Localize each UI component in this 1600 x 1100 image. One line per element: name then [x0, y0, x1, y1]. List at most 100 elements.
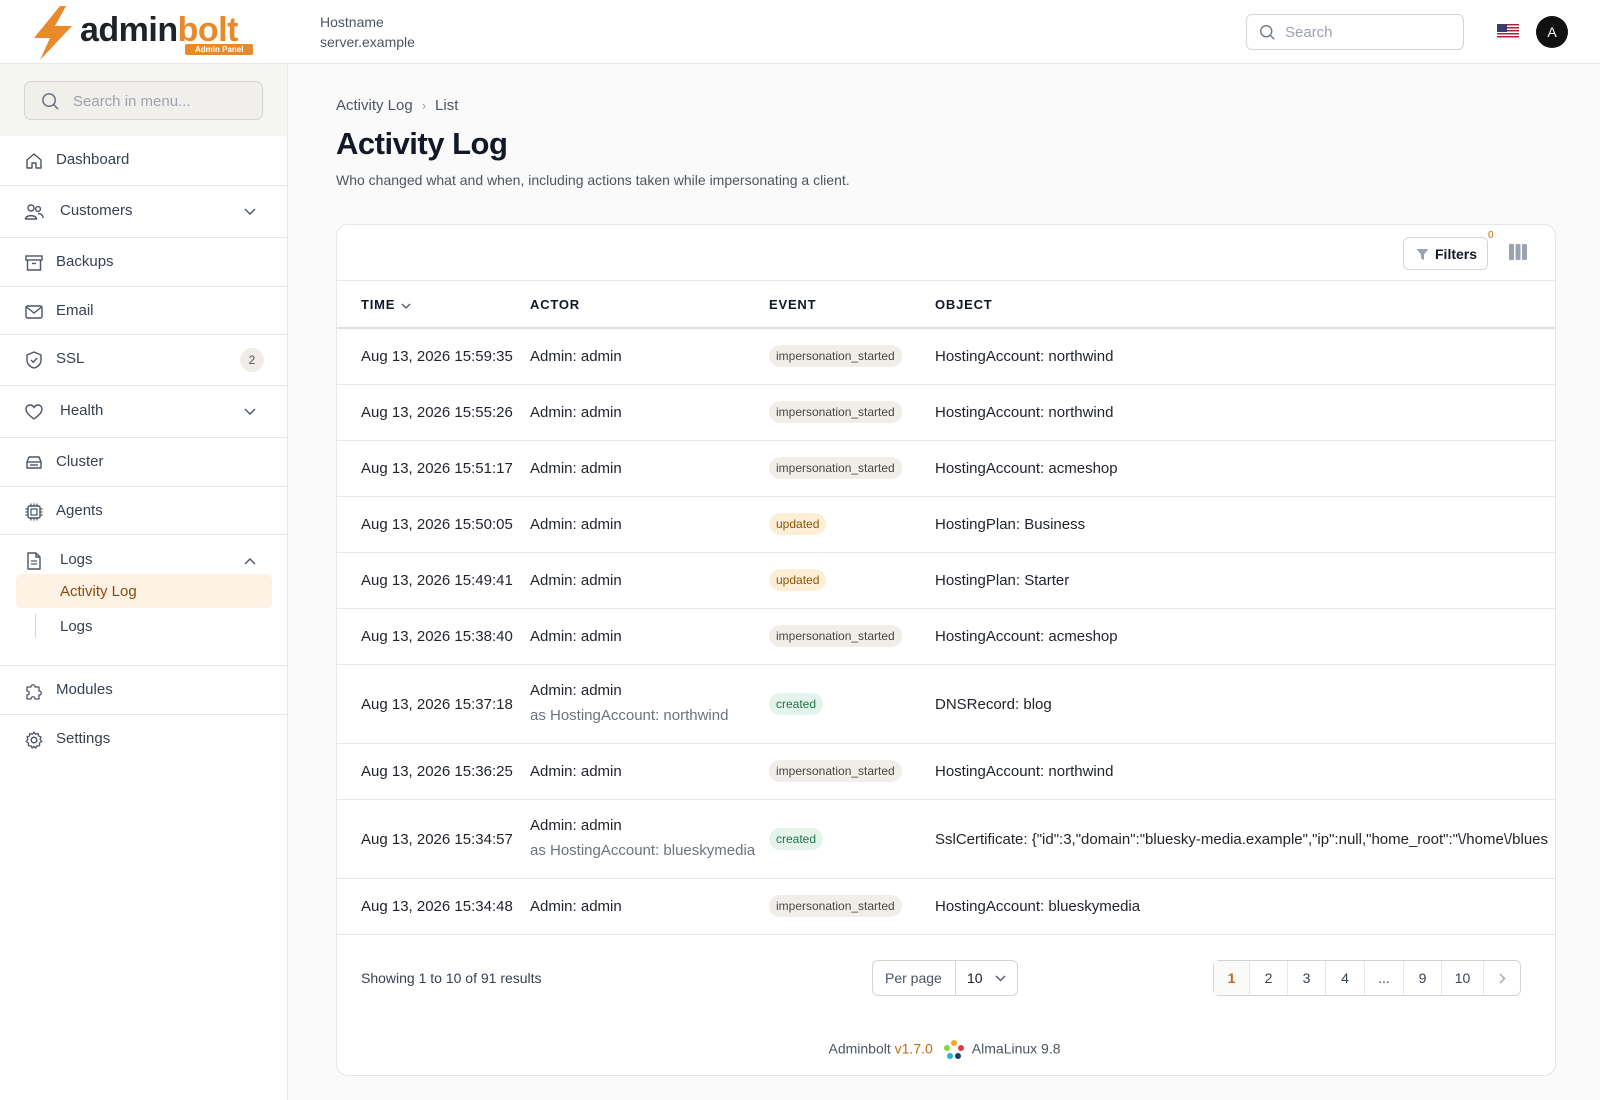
filters-label: Filters — [1435, 246, 1478, 262]
table-header: TIME ACTOR EVENT OBJECT — [337, 281, 1555, 329]
sidebar-item-agents[interactable]: Agents — [0, 487, 287, 535]
actor-name: Admin: admin — [530, 572, 622, 589]
page-button[interactable]: 3 — [1288, 961, 1326, 995]
table-row[interactable]: Aug 13, 2026 15:50:05 Admin: admin updated… — [337, 497, 1555, 553]
global-search-input[interactable] — [1285, 21, 1455, 43]
filters-button[interactable]: Filters — [1403, 237, 1488, 270]
chevron-up-icon — [244, 558, 256, 565]
actor-name: Admin: admin — [530, 404, 622, 421]
cell-time: Aug 13, 2026 15:49:41 — [361, 572, 513, 589]
top-bar: adminbolt Admin Panel Hostname server.ex… — [0, 0, 1600, 64]
sidebar-item-health[interactable]: Health — [0, 386, 287, 438]
sidebar-item-backups[interactable]: Backups — [0, 238, 287, 287]
sidebar-item-cluster[interactable]: Cluster — [0, 438, 287, 487]
page-button[interactable]: 2 — [1250, 961, 1288, 995]
chevron-down-icon — [244, 208, 256, 215]
cell-actor: Admin: admin — [530, 763, 622, 780]
table-row[interactable]: Aug 13, 2026 15:55:26 Admin: admin imperso… — [337, 385, 1555, 441]
chevron-down-icon — [995, 975, 1006, 982]
cell-actor: Admin: admin — [530, 516, 622, 533]
global-search[interactable] — [1246, 14, 1464, 50]
sidebar-item-customers[interactable]: Customers — [0, 186, 287, 238]
breadcrumb-separator-icon: › — [421, 98, 427, 113]
table-row[interactable]: Aug 13, 2026 15:51:17 Admin: admin imperso… — [337, 441, 1555, 497]
page-button[interactable]: 9 — [1404, 961, 1442, 995]
footer-version: v1.7.0 — [894, 1040, 933, 1057]
next-page-button[interactable] — [1484, 961, 1520, 995]
cell-object: HostingAccount: northwind — [935, 763, 1114, 780]
cell-time: Aug 13, 2026 15:55:26 — [361, 404, 513, 421]
actor-name: Admin: admin — [530, 516, 622, 533]
event-badge: updated — [769, 513, 827, 535]
footer-os: AlmaLinux 9.8 — [971, 1040, 1061, 1057]
main-content: Activity Log › List Activity Log Who chang… — [289, 64, 1600, 1100]
page-button[interactable]: 4 — [1326, 961, 1365, 995]
event-badge: impersonation_started — [769, 457, 902, 479]
cpu-icon — [25, 503, 43, 521]
sidebar-item-settings[interactable]: Settings — [0, 715, 287, 763]
cell-time: Aug 13, 2026 15:50:05 — [361, 516, 513, 533]
user-avatar[interactable]: A — [1536, 16, 1568, 48]
event-badge: updated — [769, 569, 827, 591]
columns-toggle-icon[interactable] — [1509, 244, 1527, 260]
event-badge: impersonation_started — [769, 401, 902, 423]
sidebar-item-ssl[interactable]: SSL 2 — [0, 335, 287, 386]
page-button[interactable]: 10 — [1442, 961, 1484, 995]
gear-icon — [25, 731, 43, 749]
table-row[interactable]: Aug 13, 2026 15:37:18 Admin: admin as Host… — [337, 665, 1555, 744]
table-toolbar: Filters 0 — [337, 225, 1555, 281]
cell-time: Aug 13, 2026 15:38:40 — [361, 628, 513, 645]
cell-object: HostingAccount: blueskymedia — [935, 898, 1141, 915]
cell-actor: Admin: admin as HostingAccount: northwind — [530, 682, 728, 724]
page-button[interactable]: 1 — [1214, 961, 1250, 995]
event-badge: impersonation_started — [769, 895, 902, 917]
cell-actor: Admin: admin — [530, 348, 622, 365]
table-row[interactable]: Aug 13, 2026 15:59:35 Admin: admin imperso… — [337, 329, 1555, 385]
page-subtitle: Who changed what and when, including act… — [336, 172, 850, 188]
sidebar-subitem-logs[interactable]: Logs — [16, 609, 272, 643]
sidebar-item-label: Settings — [56, 730, 111, 747]
table-row[interactable]: Aug 13, 2026 15:49:41 Admin: admin updated… — [337, 553, 1555, 609]
event-badge: created — [769, 828, 824, 850]
cell-actor: Admin: admin — [530, 898, 622, 915]
home-icon — [26, 153, 42, 169]
cell-object: HostingAccount: northwind — [935, 348, 1114, 365]
cell-object: DNSRecord: blog — [935, 696, 1052, 713]
table-row[interactable]: Aug 13, 2026 15:34:48 Admin: admin imperso… — [337, 879, 1555, 935]
sidebar-item-label: Agents — [56, 502, 103, 519]
sidebar-item-email[interactable]: Email — [0, 287, 287, 335]
actor-name: Admin: admin — [530, 682, 622, 699]
column-header-time[interactable]: TIME — [361, 297, 411, 312]
search-icon — [42, 93, 59, 110]
sidebar-subitem-activity-log[interactable]: Activity Log — [16, 574, 272, 608]
sidebar-item-modules[interactable]: Modules — [0, 666, 287, 715]
adminbolt-logo[interactable]: adminbolt Admin Panel — [30, 6, 260, 60]
table-row[interactable]: Aug 13, 2026 15:34:57 Admin: admin as Host… — [337, 800, 1555, 879]
ssl-count-badge: 2 — [240, 348, 264, 372]
actor-name: Admin: admin — [530, 460, 622, 477]
heart-icon — [25, 404, 43, 420]
per-page-divider — [955, 961, 956, 995]
breadcrumb: Activity Log › List — [336, 97, 458, 114]
table-row[interactable]: Aug 13, 2026 15:36:25 Admin: admin imperso… — [337, 744, 1555, 800]
page-title: Activity Log — [336, 126, 508, 161]
archive-icon — [25, 255, 43, 271]
us-flag-icon[interactable] — [1497, 24, 1519, 39]
breadcrumb-item[interactable]: Activity Log — [336, 97, 413, 114]
pagination: 1 2 3 4... 9 10 — [1213, 960, 1521, 996]
table-footer: Showing 1 to 10 of 91 results Per page 1… — [337, 948, 1555, 1008]
sidebar-item-label: Health — [60, 402, 104, 419]
table-row[interactable]: Aug 13, 2026 15:38:40 Admin: admin imperso… — [337, 609, 1555, 665]
column-header-object: OBJECT — [935, 297, 993, 312]
sidebar-item-dashboard[interactable]: Dashboard — [0, 136, 287, 186]
cell-actor: Admin: admin — [530, 628, 622, 645]
sidebar-item-label: Backups — [56, 253, 114, 270]
sidebar-search-input[interactable] — [73, 91, 253, 111]
sidebar-subitem-label: Logs — [60, 618, 93, 635]
sidebar-search[interactable] — [24, 81, 263, 120]
actor-name: Admin: admin — [530, 817, 622, 834]
cell-time: Aug 13, 2026 15:51:17 — [361, 460, 513, 477]
per-page-select[interactable]: Per page 10 — [872, 960, 1018, 996]
column-header-actor: ACTOR — [530, 297, 580, 312]
actor-name: Admin: admin — [530, 763, 622, 780]
